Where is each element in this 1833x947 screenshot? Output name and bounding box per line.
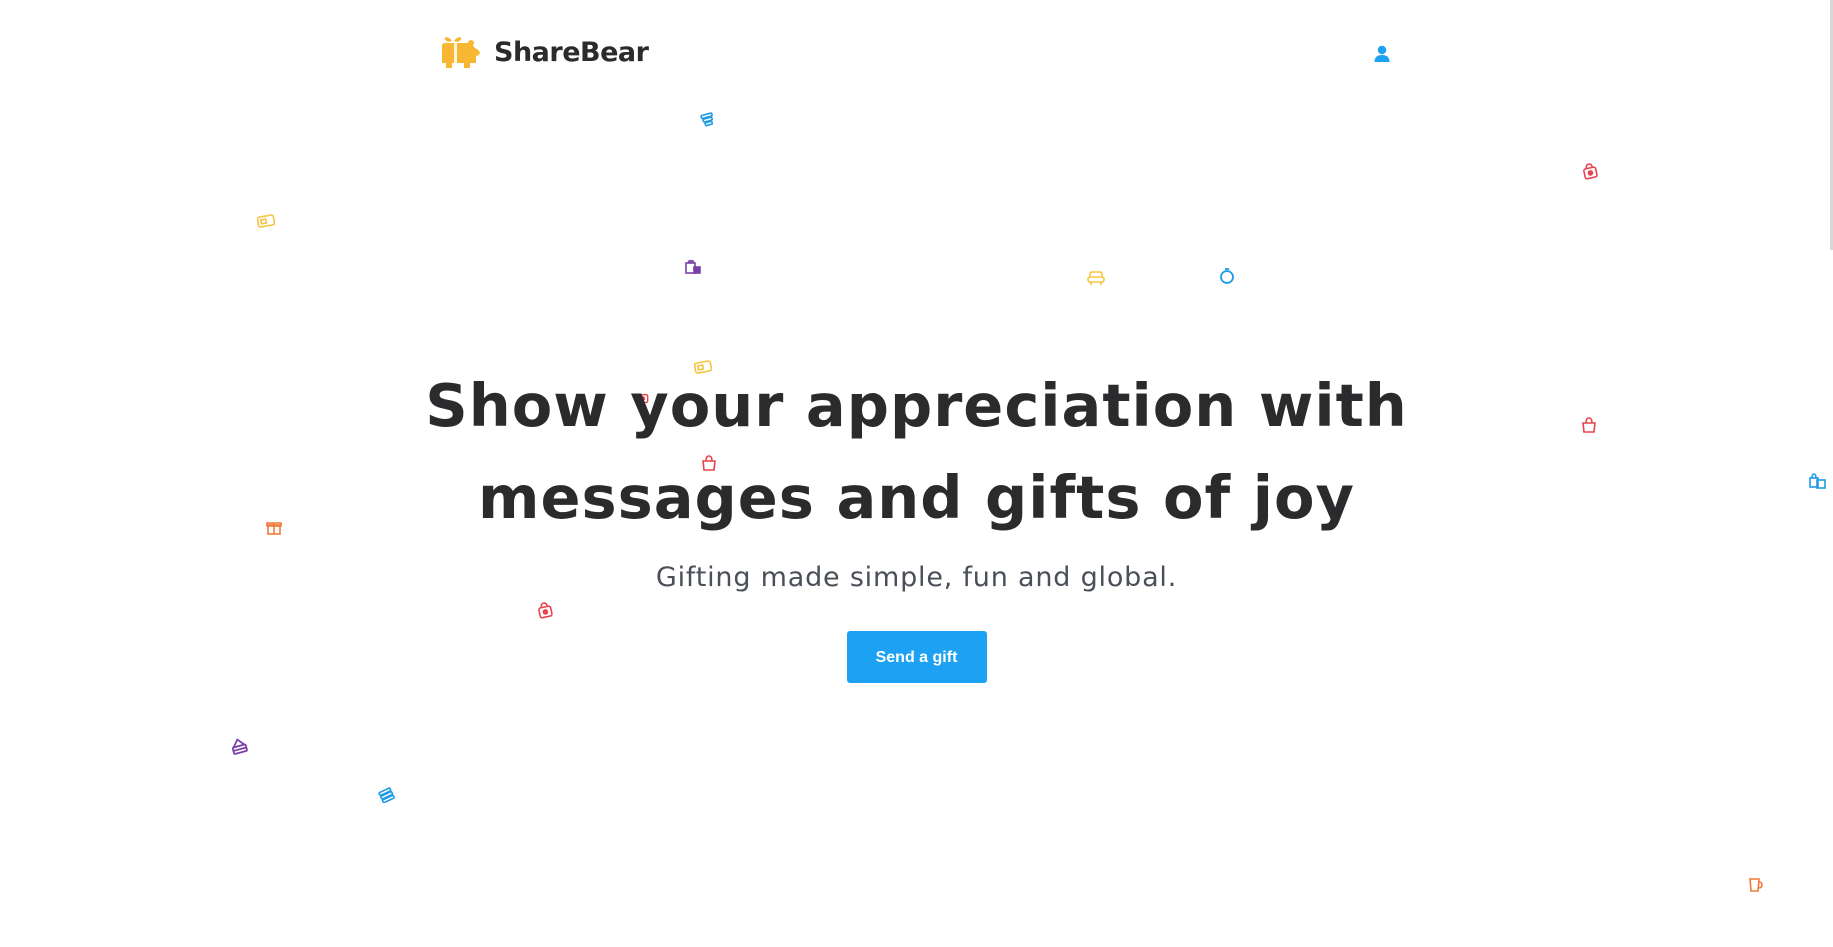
ring-icon	[1220, 268, 1234, 284]
user-icon	[1374, 45, 1390, 62]
account-button[interactable]	[1370, 42, 1394, 66]
brand-logo[interactable]: ShareBear	[438, 32, 649, 72]
hero-title-line-1: Show your appreciation with	[425, 371, 1408, 440]
site-header: ShareBear	[0, 0, 1833, 110]
bear-gift-icon	[442, 37, 480, 68]
send-gift-button[interactable]: Send a gift	[846, 631, 987, 683]
brand-name: ShareBear	[494, 36, 649, 68]
sofa-icon	[1087, 271, 1105, 285]
cake-icon	[700, 112, 714, 127]
hero-title: Show your appreciation with messages and…	[417, 360, 1417, 544]
cup-icon	[1749, 878, 1763, 892]
cake-icon	[231, 738, 248, 755]
cake-icon	[378, 787, 395, 803]
hero-subtitle: Gifting made simple, fun and global.	[655, 562, 1178, 593]
gift-box-icon	[685, 259, 701, 274]
gift-bag-icon	[1583, 163, 1598, 180]
hero-title-line-2: messages and gifts of joy	[478, 463, 1355, 532]
hero-section: Show your appreciation with messages and…	[0, 360, 1833, 683]
gift-card-icon	[257, 214, 275, 228]
